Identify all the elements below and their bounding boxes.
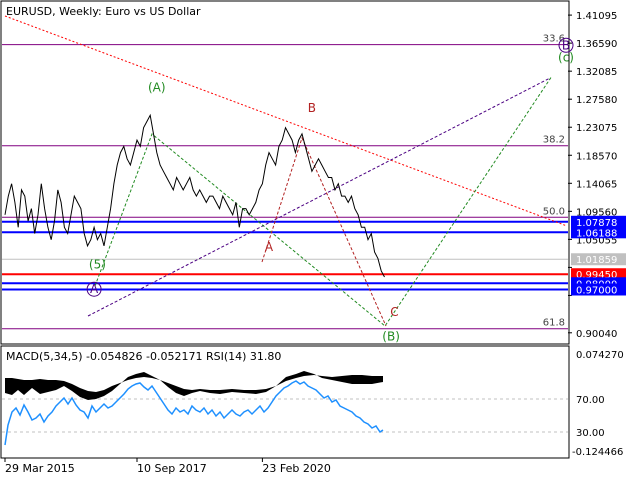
price-tick-label: 0.90040 [576,329,617,340]
price-level-tag-label: 1.06188 [576,228,617,239]
main-plot-frame [0,0,570,345]
time-axis: 29 Mar 2015 10 Sep 2017 23 Feb 2020 [4,458,331,475]
price-tick-label: 1.18570 [576,151,617,162]
chart-title: EURUSD, Weekly: Euro vs US Dollar [6,5,201,18]
wave-label: A [90,282,99,296]
price-tick-label: 1.36590 [576,39,617,50]
fib-level-label: 61.8 [543,318,565,329]
indicator-title: MACD(5,34,5) -0.054826 -0.052171 RSI(14)… [6,350,281,363]
wave-label: C [390,305,398,319]
fib-level-label: 38.2 [543,135,565,146]
indicator-axis-label-30: 30.00 [576,428,605,439]
wave-label: (5) [89,257,106,271]
wave-label: A [265,240,274,254]
time-tick-label: 23 Feb 2020 [262,462,330,475]
price-level-tags: 1.078781.061880.994500.980000.970001.018… [571,215,626,296]
wave-label: B [308,101,316,115]
chart-svg: 33.638.250.061.8 (A)(5)(B)(c)ABCAB EURUS… [0,0,626,475]
time-tick-label: 10 Sep 2017 [137,462,207,475]
price-tick-label: 1.14065 [576,179,617,190]
indicator-axis-label-bottom: -0.124466 [572,447,623,458]
fib-level-label: 50.0 [543,206,565,217]
price-level-tag-label: 1.01859 [576,255,617,266]
wave-label: (A) [148,81,166,95]
indicator-axis-label-top: 0.074270 [576,350,624,361]
indicator-axis-label-70: 70.00 [576,395,605,406]
price-tick-label: 1.41095 [576,11,617,22]
time-tick-label: 29 Mar 2015 [5,462,75,475]
price-level-tag-label: 0.97000 [576,285,617,296]
wave-label: B [562,38,570,52]
price-tick-label: 1.32085 [576,67,617,78]
wave-label: (c) [558,51,574,65]
price-tick-label: 1.23075 [576,123,617,134]
price-tick-label: 1.27580 [576,95,617,106]
wave-label: (B) [382,330,400,344]
